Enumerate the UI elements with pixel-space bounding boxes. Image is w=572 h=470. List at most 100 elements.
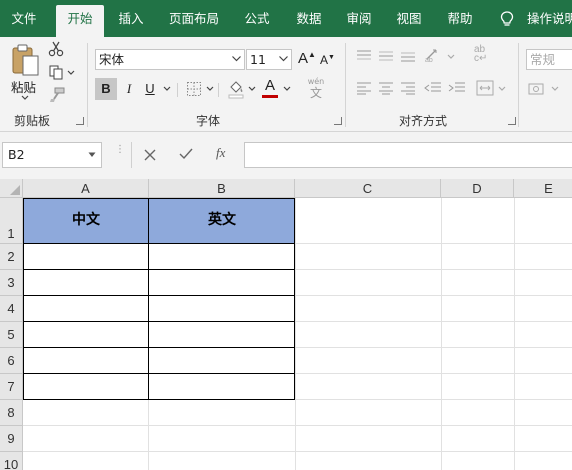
row-header-7[interactable]: 7: [0, 374, 23, 400]
align-top-icon[interactable]: [356, 49, 372, 63]
cell-a7[interactable]: [23, 374, 149, 399]
tab-data[interactable]: 数据: [289, 0, 329, 37]
divider: [218, 83, 219, 97]
column-header-c[interactable]: C: [295, 179, 441, 198]
paste-icon[interactable]: [10, 43, 40, 77]
increase-indent-icon[interactable]: [448, 81, 466, 95]
tell-me-search[interactable]: 操作说明: [527, 0, 572, 37]
enter-check-icon[interactable]: [179, 148, 193, 160]
merge-center-icon[interactable]: [476, 80, 494, 96]
align-right-icon[interactable]: [400, 81, 416, 95]
bold-button[interactable]: B: [95, 78, 117, 100]
font-name-select[interactable]: 宋体: [95, 49, 245, 70]
font-size-select[interactable]: 11: [246, 49, 292, 70]
phonetic-button[interactable]: wén 文: [302, 77, 330, 101]
group-divider: [518, 43, 519, 127]
tab-review[interactable]: 审阅: [340, 0, 378, 37]
accounting-dropdown-icon[interactable]: [551, 86, 559, 92]
cell-b2[interactable]: [149, 244, 295, 269]
grow-font-label: A: [298, 50, 309, 67]
row-header-5[interactable]: 5: [0, 322, 23, 348]
select-all-corner[interactable]: [0, 179, 23, 198]
cell-a6[interactable]: [23, 348, 149, 373]
shrink-font-label: A: [320, 53, 329, 67]
row-header-6[interactable]: 6: [0, 348, 23, 374]
tab-file[interactable]: 文件: [2, 0, 46, 37]
font-color-dropdown-icon[interactable]: [283, 86, 291, 92]
alignment-launcher-icon[interactable]: [508, 117, 516, 125]
cell-a2[interactable]: [23, 244, 149, 269]
align-middle-icon[interactable]: [378, 49, 394, 63]
font-color-button[interactable]: A: [262, 77, 278, 99]
select-all-triangle-icon: [10, 185, 20, 195]
borders-icon[interactable]: [186, 81, 202, 97]
accounting-format-icon[interactable]: [528, 81, 548, 97]
name-box-value: B2: [8, 147, 25, 162]
column-header-e[interactable]: E: [514, 179, 572, 198]
tab-insert[interactable]: 插入: [111, 0, 151, 37]
align-bottom-icon[interactable]: [400, 49, 416, 63]
cut-icon[interactable]: [48, 41, 64, 57]
underline-dropdown-icon[interactable]: [163, 86, 171, 92]
tab-view[interactable]: 视图: [390, 0, 428, 37]
wrap-text-button[interactable]: ab c↵: [474, 45, 494, 65]
phonetic-glyph: 文: [309, 86, 322, 100]
borders-dropdown-icon[interactable]: [206, 86, 214, 92]
text-orientation-icon[interactable]: ab: [424, 47, 444, 63]
ribbon: 粘贴 剪贴板 宋体 11 A▲ A▼ B I U A wén 文 字体 ab a…: [0, 37, 572, 132]
align-center-icon[interactable]: [378, 81, 394, 95]
copy-dropdown-icon[interactable]: [67, 70, 75, 76]
number-format-select[interactable]: 常规: [526, 49, 572, 70]
chevron-down-icon[interactable]: [88, 152, 96, 158]
cell-a3[interactable]: [23, 270, 149, 295]
format-painter-icon[interactable]: [49, 87, 65, 103]
row-header-2[interactable]: 2: [0, 244, 23, 270]
tab-formulas[interactable]: 公式: [237, 0, 277, 37]
cell-b5[interactable]: [149, 322, 295, 347]
column-header-b[interactable]: B: [149, 179, 295, 198]
cell-b7[interactable]: [149, 374, 295, 399]
paste-label[interactable]: 粘贴: [11, 77, 36, 96]
row-header-8[interactable]: 8: [0, 400, 23, 426]
lightbulb-icon[interactable]: [500, 11, 514, 27]
ribbon-tab-bar: 文件 开始 插入 页面布局 公式 数据 审阅 视图 帮助 操作说明: [0, 0, 572, 37]
shrink-font-button[interactable]: A▼: [320, 53, 335, 67]
row-header-9[interactable]: 9: [0, 426, 23, 452]
fill-color-dropdown-icon[interactable]: [248, 86, 256, 92]
insert-function-button[interactable]: fx: [216, 145, 225, 161]
fill-color-icon[interactable]: [227, 79, 245, 99]
tab-help[interactable]: 帮助: [441, 0, 479, 37]
formula-bar-grip[interactable]: ⋮: [115, 145, 125, 162]
cell-a1[interactable]: 中文: [23, 198, 149, 243]
row-header-1[interactable]: 1: [0, 198, 23, 244]
name-box[interactable]: B2: [2, 142, 102, 168]
italic-button[interactable]: I: [122, 78, 136, 100]
underline-button[interactable]: U: [143, 78, 157, 100]
tab-page-layout[interactable]: 页面布局: [164, 0, 224, 37]
align-left-icon[interactable]: [356, 81, 372, 95]
row-header-3[interactable]: 3: [0, 270, 23, 296]
cell-a5[interactable]: [23, 322, 149, 347]
cell-b4[interactable]: [149, 296, 295, 321]
tab-home[interactable]: 开始: [56, 5, 104, 37]
chevron-down-icon[interactable]: [21, 95, 29, 101]
clipboard-launcher-icon[interactable]: [76, 117, 84, 125]
divider: [131, 142, 132, 168]
orientation-dropdown-icon[interactable]: [447, 54, 455, 60]
row-header-4[interactable]: 4: [0, 296, 23, 322]
column-header-a[interactable]: A: [23, 179, 149, 198]
decrease-indent-icon[interactable]: [424, 81, 442, 95]
merge-dropdown-icon[interactable]: [498, 86, 506, 92]
font-launcher-icon[interactable]: [334, 117, 342, 125]
chevron-down-icon: [232, 56, 241, 62]
grow-font-button[interactable]: A▲: [298, 50, 316, 67]
formula-input[interactable]: [244, 142, 572, 168]
cell-b6[interactable]: [149, 348, 295, 373]
cell-b3[interactable]: [149, 270, 295, 295]
cancel-icon[interactable]: [144, 149, 156, 161]
column-header-d[interactable]: D: [441, 179, 514, 198]
row-header-10[interactable]: 10: [0, 452, 23, 470]
copy-icon[interactable]: [48, 64, 64, 80]
cell-b1[interactable]: 英文: [149, 198, 295, 243]
cell-a4[interactable]: [23, 296, 149, 321]
